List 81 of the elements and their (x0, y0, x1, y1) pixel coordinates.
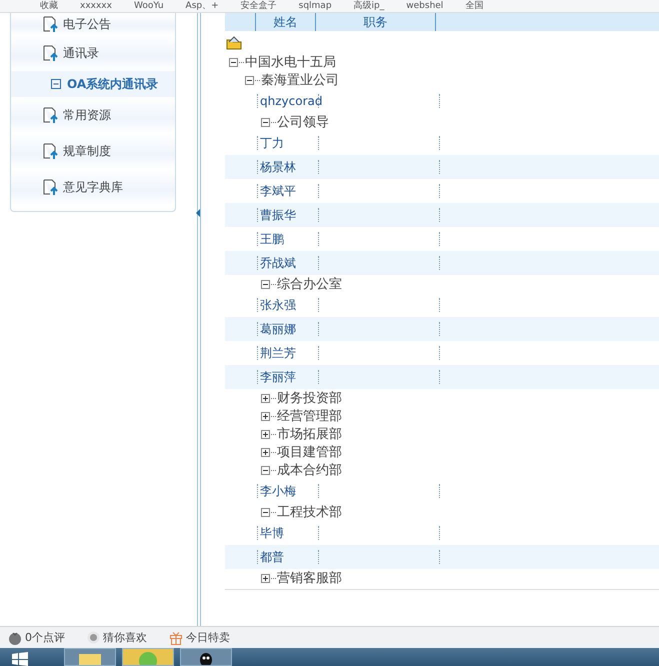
collapse-icon[interactable] (261, 280, 270, 288)
tree-node-label[interactable]: 中国水电十五局 (245, 53, 336, 71)
folder-icon (78, 651, 102, 665)
collapse-icon[interactable] (261, 466, 270, 474)
table-row[interactable]: 杨景林 (225, 155, 659, 179)
tomato-icon (8, 630, 22, 644)
person-name[interactable]: 都普 (260, 548, 284, 566)
person-name[interactable]: 李斌平 (260, 182, 296, 200)
person-name[interactable]: 葛丽娜 (260, 320, 296, 338)
tree-node-label[interactable]: 成本合约部 (277, 461, 342, 479)
status-text[interactable]: 今日特卖 (186, 630, 230, 645)
collapse-icon[interactable] (245, 76, 254, 84)
person-name[interactable]: 乔战斌 (260, 254, 296, 272)
collapse-icon (51, 79, 61, 89)
collapse-icon[interactable] (261, 118, 270, 126)
penguin-icon (198, 651, 214, 665)
bookmark-link[interactable]: 高级ip_ (354, 0, 384, 12)
person-name[interactable]: 曹振华 (260, 206, 296, 224)
expand-icon[interactable] (261, 430, 270, 438)
folder-icon (226, 36, 242, 50)
table-row[interactable]: 李小梅 (225, 479, 659, 503)
table-row[interactable]: 王鹏 (225, 227, 659, 251)
document-upload-icon (43, 142, 59, 160)
taskbar-button[interactable] (180, 648, 232, 666)
document-upload-icon (43, 44, 59, 62)
person-name[interactable]: 李小梅 (260, 482, 296, 500)
bookmark-link[interactable]: xxxxxx (80, 0, 112, 12)
table-row[interactable]: 李斌平 (225, 179, 659, 203)
gift-icon (169, 630, 183, 644)
collapse-icon[interactable] (261, 508, 270, 516)
column-header[interactable]: 姓名 (255, 13, 315, 31)
tree-node-label[interactable]: 项目建管部 (277, 443, 342, 461)
bookmark-link[interactable]: 安全盒子 (240, 0, 277, 12)
bookmark-link[interactable]: WooYu (134, 0, 164, 12)
table-row[interactable]: 乔战斌 (225, 251, 659, 275)
expand-icon[interactable] (261, 412, 270, 420)
windows-logo-icon[interactable] (12, 652, 28, 666)
document-upload-icon (43, 106, 59, 124)
table-row[interactable]: 曹振华 (225, 203, 659, 227)
person-name[interactable]: qhzycorad (260, 94, 322, 108)
bookmark-link[interactable]: 收藏 (40, 0, 58, 12)
person-name[interactable]: 丁力 (260, 134, 284, 152)
tree-node-label[interactable]: 公司领导 (277, 113, 329, 131)
bookmark-link[interactable]: Asp、+ (186, 0, 219, 12)
tree-node-label[interactable]: 市场拓展部 (277, 425, 342, 443)
sidebar-item[interactable]: 电子公告 (11, 13, 175, 35)
person-name[interactable]: 杨景林 (260, 158, 296, 176)
expand-icon[interactable] (261, 394, 270, 402)
expand-icon[interactable] (261, 448, 270, 456)
person-name[interactable]: 荆兰芳 (260, 344, 296, 362)
bookmark-link[interactable]: 全国 (465, 0, 484, 12)
document-upload-icon (43, 16, 59, 32)
table-row[interactable]: 李丽萍 (225, 365, 659, 389)
table-row[interactable]: 都普 (225, 545, 659, 569)
tree-node-label[interactable]: 工程技术部 (277, 503, 342, 521)
column-header[interactable]: 职务 (315, 13, 436, 31)
collapse-arrow-icon[interactable] (196, 209, 200, 217)
tree-node-label[interactable]: 经营管理部 (277, 407, 342, 425)
collapse-icon[interactable] (229, 58, 238, 66)
person-name[interactable]: 毕博 (260, 524, 284, 542)
tree-node-label[interactable]: 秦海置业公司 (261, 71, 339, 89)
tree-node-label[interactable]: 财务投资部 (277, 389, 342, 407)
status-text[interactable]: 猜你喜欢 (103, 630, 147, 645)
person-name[interactable]: 王鹏 (260, 230, 284, 248)
status-text[interactable]: 0个点评 (25, 630, 65, 645)
table-row[interactable]: 丁力 (225, 131, 659, 155)
person-name[interactable]: 李丽萍 (260, 368, 296, 386)
sidebar-subitem[interactable]: OA系统内通讯录 (11, 71, 175, 97)
table-row[interactable]: 张永强 (225, 293, 659, 317)
table-row[interactable]: 毕博 (225, 521, 659, 545)
person-name[interactable]: 张永强 (260, 296, 296, 314)
expand-icon[interactable] (261, 574, 270, 582)
bookmark-link[interactable]: webshel (406, 0, 444, 12)
tree-node-label[interactable]: 综合办公室 (277, 275, 342, 293)
table-row[interactable]: qhzycorad (225, 89, 659, 113)
table-row[interactable]: 荆兰芳 (225, 341, 659, 365)
table-row[interactable]: 葛丽娜 (225, 317, 659, 341)
document-upload-icon (43, 178, 59, 196)
tree-node-label[interactable]: 营销客服部 (277, 569, 342, 587)
circle-icon (87, 631, 100, 644)
bookmark-link[interactable]: sqlmap (298, 0, 332, 12)
